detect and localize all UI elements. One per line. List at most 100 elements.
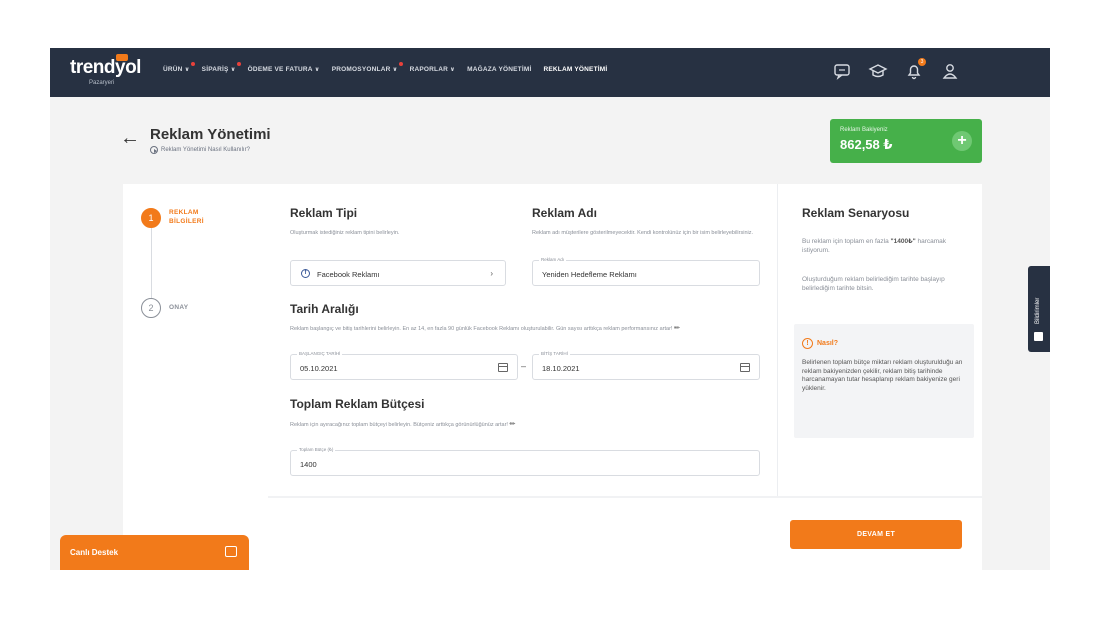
logo-accent <box>116 54 128 61</box>
main-card: 1 REKLAM BİLGİLERİ 2 ONAY Reklam Tipi Ol… <box>123 184 982 570</box>
how-info-box: ! Nasıl? Belirlenen toplam bütçe miktarı… <box>794 324 974 438</box>
step-number: 1 <box>141 208 161 228</box>
end-date-input[interactable]: BİTİŞ TARİHİ 18.10.2021 <box>532 351 760 380</box>
notification-badge: 3 <box>918 58 926 66</box>
notification-dot <box>236 62 241 66</box>
date-separator: – <box>521 361 527 371</box>
facebook-icon: f <box>301 269 310 278</box>
nav-item[interactable]: REKLAM YÖNETİMİ <box>543 66 607 73</box>
nav-item-label: RAPORLAR <box>409 66 449 73</box>
step-1: 1 REKLAM BİLGİLERİ <box>141 208 204 228</box>
user-icon[interactable] <box>940 61 960 81</box>
back-arrow-icon[interactable]: ← <box>120 128 140 148</box>
ad-name-desc: Reklam adı müşterilere gösterilmeyecekti… <box>532 230 753 236</box>
notification-dot <box>398 62 403 66</box>
main-nav: ÜRÜN ∨ SİPARİŞ ∨ ÖDEME VE FATURA ∨ PROMOSYONLA… <box>163 62 607 73</box>
app-window: trendyol Pazaryeri ÜRÜN ∨ SİPARİŞ ∨ ÖDEME VE… <box>50 48 1050 570</box>
how-title-label: Nasıl? <box>817 340 839 347</box>
navbar-icons: 3 <box>832 58 960 81</box>
live-support-label: Canlı Destek <box>70 548 119 557</box>
graduation-cap-icon[interactable] <box>868 61 888 81</box>
info-icon: ! <box>802 338 813 349</box>
chevron-down-icon: ∨ <box>230 67 236 73</box>
logo-text: trendyol <box>70 57 141 78</box>
balance-value: 862,58 ₺ <box>840 137 893 152</box>
start-date-label: BAŞLANGIÇ TARİHİ <box>297 351 343 356</box>
continue-button[interactable]: DEVAM ET <box>790 520 962 549</box>
step-label: REKLAM BİLGİLERİ <box>169 209 204 225</box>
step-label: ONAY <box>169 304 189 311</box>
notification-icon <box>1034 332 1043 341</box>
scenario-budget-text: Bu reklam için toplam en fazla "1400₺" h… <box>802 238 962 255</box>
scenario-title: Reklam Senaryosu <box>802 206 910 220</box>
step-2: 2 ONAY <box>141 298 188 318</box>
ad-type-desc: Oluşturmak istediğiniz reklam tipini bel… <box>290 230 400 236</box>
ad-type-select[interactable]: f Facebook Reklamı › <box>290 260 506 286</box>
balance-card: Reklam Bakiyeniz 862,58 ₺ + <box>830 119 982 163</box>
budget-value: 1400 <box>300 460 317 469</box>
end-date-value: 18.10.2021 <box>542 364 580 373</box>
nav-item[interactable]: PROMOSYONLAR ∨ <box>331 62 403 73</box>
nav-item[interactable]: RAPORLAR ∨ <box>410 66 456 73</box>
rocket-icon: ✏ <box>509 421 516 428</box>
nav-item[interactable]: ÜRÜN ∨ <box>163 62 195 73</box>
date-range-desc-wrap: Reklam başlangıç ve bitiş tarihlerini be… <box>290 325 770 334</box>
side-tab-label: Bildirimler <box>1035 297 1041 324</box>
balance-label: Reklam Bakiyeniz <box>840 127 888 133</box>
end-date-label: BİTİŞ TARİHİ <box>539 351 570 356</box>
ad-scenario-panel: Reklam Senaryosu Bu reklam için toplam e… <box>790 184 982 474</box>
budget-input[interactable]: Toplam Bütçe (₺) 1400 <box>290 447 760 476</box>
ad-type-value: Facebook Reklamı <box>317 270 380 279</box>
nav-item-label: SİPARİŞ <box>201 66 229 73</box>
nav-item-label: REKLAM YÖNETİMİ <box>543 66 608 73</box>
page-title: Reklam Yönetimi <box>150 126 271 143</box>
chevron-right-icon: › <box>490 269 493 278</box>
stepper: 1 REKLAM BİLGİLERİ 2 ONAY <box>123 184 268 570</box>
live-support-button[interactable]: Canlı Destek <box>60 535 249 570</box>
chevron-down-icon: ∨ <box>392 67 398 73</box>
date-range-desc: Reklam başlangıç ve bitiş tarihlerini be… <box>290 326 673 332</box>
add-balance-button[interactable]: + <box>952 131 972 151</box>
budget-desc-wrap: Reklam için ayıracağınız toplam bütçeyi … <box>290 421 770 430</box>
calendar-icon[interactable] <box>740 363 750 372</box>
ad-name-input[interactable]: Reklam Adı Yeniden Hedefleme Reklamı <box>532 257 760 286</box>
help-link[interactable]: Reklam Yönetimi Nasıl Kullanılır? <box>150 146 250 154</box>
nav-item[interactable]: SİPARİŞ ∨ <box>201 62 241 73</box>
chevron-down-icon: ∨ <box>184 67 190 73</box>
calendar-icon[interactable] <box>498 363 508 372</box>
budget-label: Toplam Bütçe (₺) <box>297 447 336 453</box>
how-title: ! Nasıl? <box>802 338 838 349</box>
scenario-budget-amount: "1400₺" <box>890 238 916 245</box>
chat-icon <box>225 546 237 557</box>
ad-name-title: Reklam Adı <box>532 206 597 220</box>
start-date-input[interactable]: BAŞLANGIÇ TARİHİ 05.10.2021 <box>290 351 518 380</box>
nav-item[interactable]: ÖDEME VE FATURA ∨ <box>248 66 320 73</box>
start-date-value: 05.10.2021 <box>300 364 338 373</box>
chevron-down-icon: ∨ <box>314 67 320 73</box>
bell-icon[interactable]: 3 <box>904 58 926 81</box>
play-circle-icon <box>150 146 158 154</box>
budget-desc: Reklam için ayıracağınız toplam bütçeyi … <box>290 422 508 428</box>
logo[interactable]: trendyol Pazaryeri <box>70 54 141 86</box>
notifications-side-tab[interactable]: Bildirimler <box>1028 266 1050 352</box>
scenario-budget-pre: Bu reklam için toplam en fazla <box>802 238 889 245</box>
help-link-label: Reklam Yönetimi Nasıl Kullanılır? <box>161 147 250 153</box>
nav-item-label: PROMOSYONLAR <box>331 66 391 73</box>
logo-subtitle: Pazaryeri <box>89 80 115 86</box>
step-connector <box>151 228 152 300</box>
step-number: 2 <box>141 298 161 318</box>
chevron-down-icon: ∨ <box>450 67 456 73</box>
date-range-title: Tarih Aralığı <box>290 302 359 316</box>
rocket-icon: ✏ <box>673 325 680 332</box>
message-icon[interactable] <box>832 61 852 81</box>
ad-name-value: Yeniden Hedefleme Reklamı <box>542 270 637 279</box>
how-text: Belirlenen toplam bütçe miktarı reklam o… <box>802 359 963 392</box>
nav-item-label: MAĞAZA YÖNETİMİ <box>467 66 532 73</box>
ad-type-title: Reklam Tipi <box>290 206 358 220</box>
ad-name-label: Reklam Adı <box>539 257 567 262</box>
top-navbar: trendyol Pazaryeri ÜRÜN ∨ SİPARİŞ ∨ ÖDEME VE… <box>50 48 1050 97</box>
scenario-date-text: Oluşturduğum reklam belirlediğim tarihte… <box>802 276 945 292</box>
nav-item-label: ÜRÜN <box>163 66 183 73</box>
nav-item[interactable]: MAĞAZA YÖNETİMİ <box>467 66 531 73</box>
ad-form: Reklam Tipi Oluşturmak istediğiniz rekla… <box>268 184 778 496</box>
